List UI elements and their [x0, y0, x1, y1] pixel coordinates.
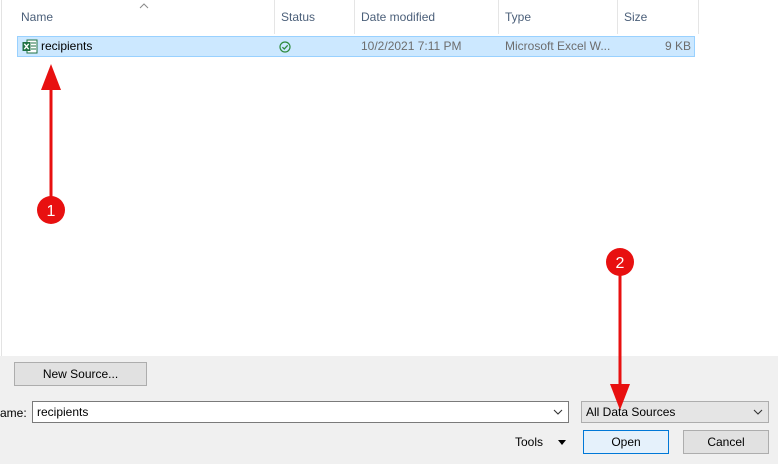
chevron-down-icon	[753, 409, 763, 415]
cancel-button[interactable]: Cancel	[683, 430, 769, 454]
file-type-value: All Data Sources	[586, 405, 676, 419]
column-name[interactable]: Name	[15, 0, 273, 34]
caret-down-icon	[558, 440, 566, 445]
file-name-input[interactable]: recipients	[32, 401, 569, 423]
file-row-recipients[interactable]: recipients 10/2/2021 7:11 PM Microsoft E…	[17, 36, 695, 57]
column-divider[interactable]	[698, 0, 699, 34]
file-name-label: ame:	[0, 406, 27, 420]
column-date-modified[interactable]: Date modified	[355, 0, 498, 34]
list-left-border	[1, 0, 2, 356]
file-type: Microsoft Excel W...	[505, 39, 611, 53]
file-type-select[interactable]: All Data Sources	[581, 401, 769, 423]
chevron-down-icon[interactable]	[553, 408, 563, 416]
file-date-modified: 10/2/2021 7:11 PM	[361, 39, 462, 53]
excel-file-icon	[22, 39, 38, 54]
file-size: 9 KB	[664, 39, 691, 53]
column-status[interactable]: Status	[275, 0, 354, 34]
column-header: Name Status Date modified Type Size	[0, 0, 778, 34]
file-name-value: recipients	[37, 405, 89, 419]
tools-label: Tools	[515, 435, 544, 449]
synced-check-icon	[279, 41, 291, 53]
tools-menu-button[interactable]: Tools	[509, 430, 575, 454]
new-source-button[interactable]: New Source...	[14, 362, 147, 386]
file-name: recipients	[41, 39, 93, 53]
dialog-footer: New Source... ame: recipients All Data S…	[0, 356, 778, 464]
column-type[interactable]: Type	[499, 0, 617, 34]
column-size[interactable]: Size	[618, 0, 698, 34]
open-button[interactable]: Open	[583, 430, 669, 454]
file-list: Name Status Date modified Type Size reci…	[0, 0, 778, 356]
